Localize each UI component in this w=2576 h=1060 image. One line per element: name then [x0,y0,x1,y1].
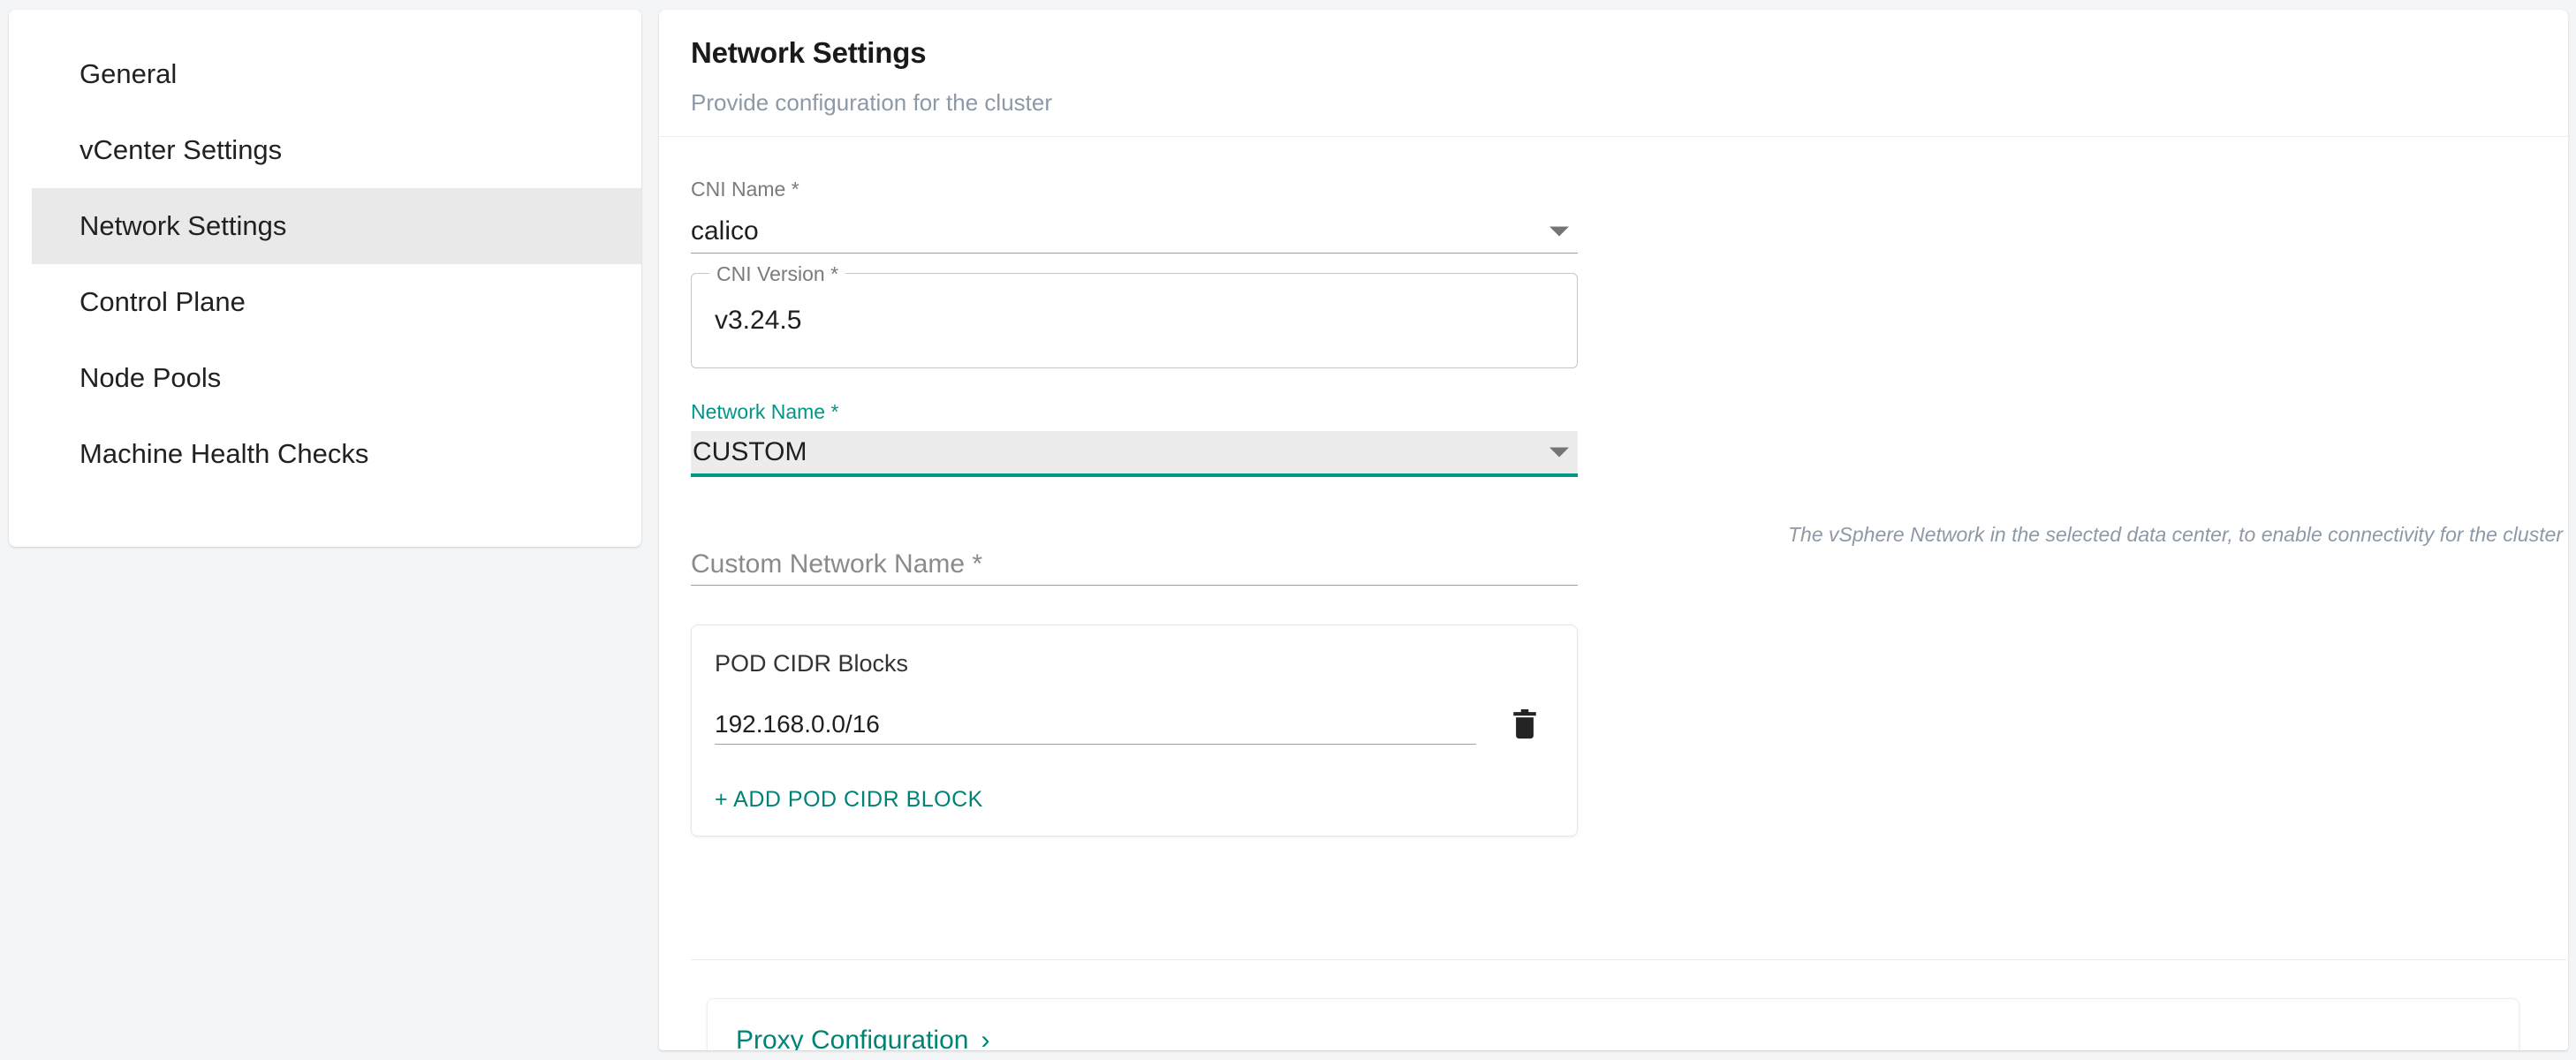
settings-nav-card: General vCenter Settings Network Setting… [9,10,641,547]
sidebar-item-label: Network Settings [80,210,287,241]
cni-version-label: CNI Version * [709,262,846,285]
pod-cidr-block-input[interactable]: 192.168.0.0/16 [715,705,1476,745]
sidebar-item-label: General [80,58,178,89]
sidebar-item-label: Machine Health Checks [80,438,369,469]
chevron-down-icon[interactable] [1549,226,1569,237]
sidebar-item-label: vCenter Settings [80,134,283,165]
chevron-right-icon: › [981,1026,990,1051]
chevron-down-icon[interactable] [1549,447,1569,458]
add-pod-cidr-block-button[interactable]: + ADD POD CIDR BLOCK [715,787,983,813]
proxy-configuration-title: Proxy Configuration [736,1026,969,1050]
network-name-hint: The vSphere Network in the selected data… [1788,523,2568,546]
cni-name-value: calico [691,216,759,246]
panel-header: Network Settings Provide configuration f… [659,10,2568,137]
pod-cidr-block-row: 192.168.0.0/16 [715,700,1554,748]
sidebar-item-network-settings[interactable]: Network Settings [32,188,641,264]
proxy-configuration-link[interactable]: Proxy Configuration › [736,1026,2490,1050]
page-title: Network Settings [691,36,927,69]
cni-name-select[interactable]: calico [691,210,1578,254]
sidebar-item-node-pools[interactable]: Node Pools [32,340,641,416]
trash-icon [1513,709,1536,739]
pod-cidr-blocks-title: POD CIDR Blocks [715,650,909,677]
form-fields-column: CNI Name * calico CNI Version * v3.24.5 … [691,178,1578,837]
network-settings-panel: Network Settings Provide configuration f… [659,10,2568,1050]
sidebar-item-control-plane[interactable]: Control Plane [32,264,641,340]
custom-network-name-field[interactable]: Custom Network Name * [691,526,1578,586]
sidebar-item-general[interactable]: General [32,36,641,112]
pod-cidr-block-value: 192.168.0.0/16 [715,709,880,738]
network-settings-form: CNI Name * calico CNI Version * v3.24.5 … [659,137,2568,1050]
cni-name-label: CNI Name * [691,178,799,201]
sidebar-item-label: Node Pools [80,362,222,393]
settings-nav-list: General vCenter Settings Network Setting… [9,36,641,492]
network-name-value: CUSTOM [693,437,807,466]
page-root: General vCenter Settings Network Setting… [0,0,2576,1060]
section-divider [691,959,2566,960]
pod-cidr-blocks-card: POD CIDR Blocks 192.168.0.0/16 + ADD POD… [691,625,1578,837]
sidebar-item-vcenter-settings[interactable]: vCenter Settings [32,112,641,188]
custom-network-name-placeholder: Custom Network Name * [691,549,983,579]
cni-version-field[interactable]: CNI Version * v3.24.5 [691,262,1578,368]
delete-pod-cidr-block-button[interactable] [1496,700,1554,748]
page-subtitle: Provide configuration for the cluster [691,89,1052,116]
sidebar-item-machine-health-checks[interactable]: Machine Health Checks [32,416,641,492]
cni-version-value: v3.24.5 [715,306,802,335]
network-name-select[interactable]: CUSTOM [691,431,1578,477]
cni-name-field[interactable]: CNI Name * calico [691,178,1578,254]
network-name-label: Network Name * [691,400,839,423]
sidebar-item-label: Control Plane [80,286,246,317]
network-name-field[interactable]: Network Name * CUSTOM [691,400,1578,477]
proxy-configuration-card[interactable]: Proxy Configuration › Configure Proxy if… [707,998,2519,1050]
